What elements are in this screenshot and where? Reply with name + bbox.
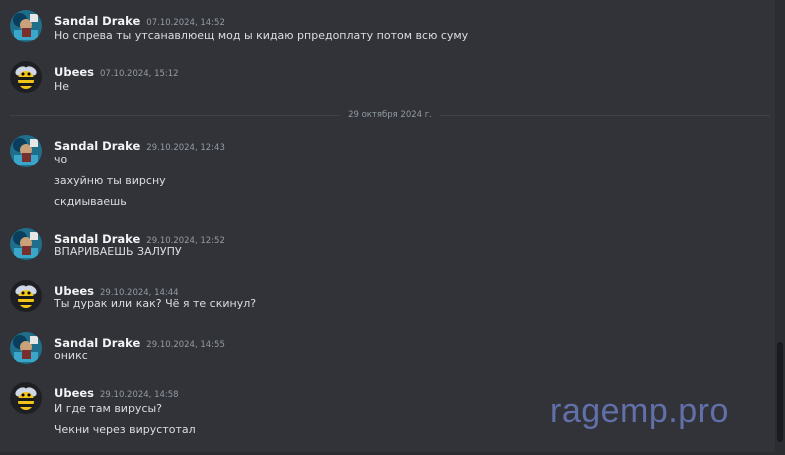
timestamp: 29.10.2024, 14:58 bbox=[100, 390, 179, 400]
message-text: Не bbox=[54, 80, 70, 93]
message-text: чо bbox=[54, 153, 68, 166]
sandal-avatar[interactable] bbox=[10, 135, 42, 167]
author-name[interactable]: Ubees bbox=[54, 386, 94, 400]
message-header: Ubees 29.10.2024, 14:58 bbox=[54, 382, 179, 400]
timestamp: 07.10.2024, 14:52 bbox=[146, 18, 225, 28]
message-text: оникс bbox=[54, 349, 88, 362]
message-header: Sandal Drake 29.10.2024, 12:52 bbox=[54, 228, 225, 246]
timestamp: 29.10.2024, 14:55 bbox=[146, 340, 225, 350]
date-divider: 29 октября 2024 г. bbox=[10, 108, 770, 122]
message-text: захуйню ты вирсну bbox=[54, 174, 166, 187]
author-name[interactable]: Sandal Drake bbox=[54, 139, 140, 153]
sandal-avatar[interactable] bbox=[10, 332, 42, 364]
message-header: Ubees 29.10.2024, 14:44 bbox=[54, 280, 179, 298]
author-name[interactable]: Sandal Drake bbox=[54, 336, 140, 350]
bee-avatar[interactable] bbox=[10, 280, 42, 312]
message-text: Ты дурак или как? Чё я те скинул? bbox=[54, 297, 257, 310]
sandal-avatar[interactable] bbox=[10, 10, 42, 42]
scrollbar-thumb[interactable] bbox=[777, 342, 783, 442]
message-text: ВПАРИВАЕШЬ ЗАЛУПУ bbox=[54, 245, 182, 258]
date-divider-label: 29 октября 2024 г. bbox=[340, 108, 440, 122]
message-header: Ubees 07.10.2024, 15:12 bbox=[54, 61, 179, 79]
author-name[interactable]: Ubees bbox=[54, 284, 94, 298]
bee-avatar[interactable] bbox=[10, 61, 42, 93]
message-header: Sandal Drake 29.10.2024, 14:55 bbox=[54, 332, 225, 350]
message-text: Но спрева ты утсанавлюещ мод ы кидаю рпр… bbox=[54, 29, 469, 42]
message-header: Sandal Drake 07.10.2024, 14:52 bbox=[54, 10, 225, 28]
message-text: И где там вирусы? bbox=[54, 402, 163, 415]
message-list[interactable]: Sandal Drake 07.10.2024, 14:52 Но спрева … bbox=[0, 0, 775, 455]
bee-avatar[interactable] bbox=[10, 382, 42, 414]
timestamp: 07.10.2024, 15:12 bbox=[100, 69, 179, 79]
scrollbar[interactable] bbox=[775, 0, 785, 455]
message-text: скдиываешь bbox=[54, 195, 127, 208]
author-name[interactable]: Ubees bbox=[54, 65, 94, 79]
message-header: Sandal Drake 29.10.2024, 12:43 bbox=[54, 135, 225, 153]
author-name[interactable]: Sandal Drake bbox=[54, 14, 140, 28]
author-name[interactable]: Sandal Drake bbox=[54, 232, 140, 246]
message-text: Чекни через вирустотал bbox=[54, 423, 196, 436]
timestamp: 29.10.2024, 12:43 bbox=[146, 143, 225, 153]
watermark: ragemp.pro bbox=[550, 392, 729, 430]
sandal-avatar[interactable] bbox=[10, 228, 42, 260]
